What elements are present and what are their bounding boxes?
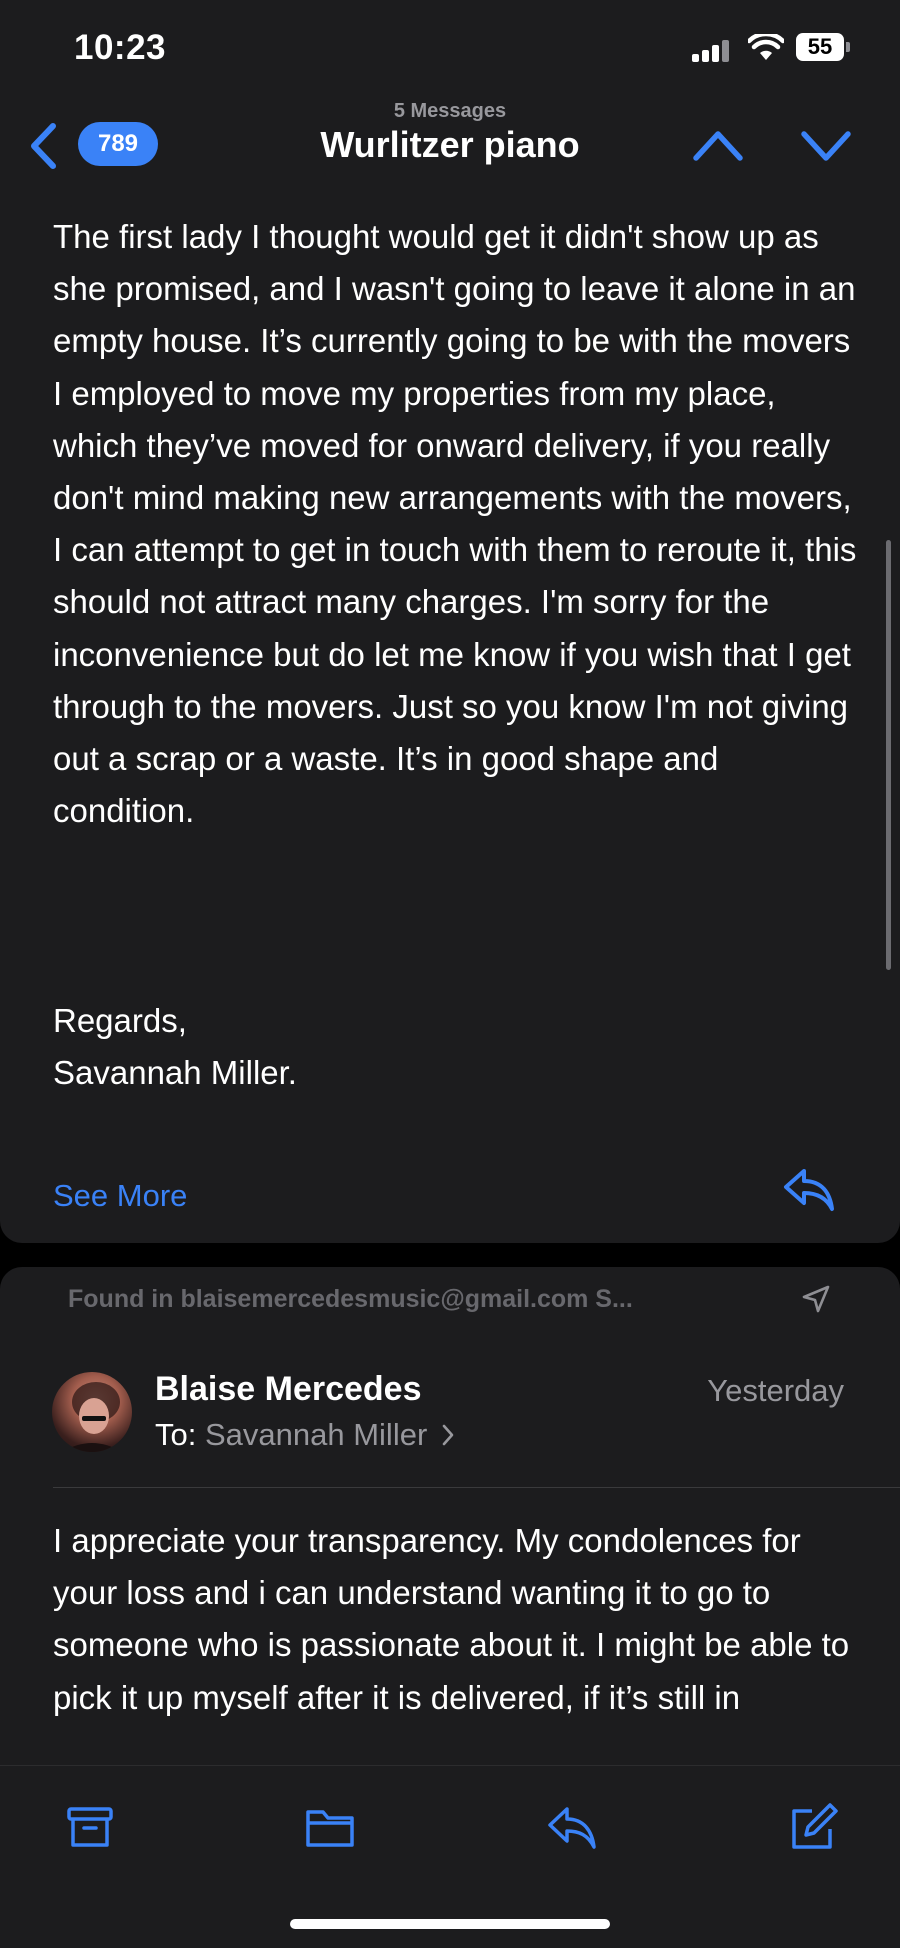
found-in-banner[interactable]: Found in blaisemercedesmusic@gmail.com S…	[0, 1267, 900, 1335]
message-count: 5 Messages	[393, 100, 507, 122]
scrollbar[interactable]	[886, 540, 891, 970]
chevron-left-icon[interactable]	[26, 122, 60, 170]
home-indicator[interactable]	[290, 1919, 610, 1929]
found-in-text: Found in blaisemercedesmusic@gmail.com S…	[68, 1285, 633, 1313]
recipient-name: Savannah Miller	[204, 1417, 428, 1452]
status-bar: 10:23 55	[0, 0, 900, 100]
status-time: 10:23	[74, 28, 167, 67]
bottom-toolbar	[0, 1765, 900, 1948]
compose-icon[interactable]	[786, 1801, 838, 1853]
back-mailbox-count[interactable]: 789	[78, 122, 158, 166]
message-body: The first lady I thought would get it di…	[53, 218, 866, 830]
reply-icon[interactable]	[546, 1801, 598, 1853]
avatar[interactable]	[52, 1372, 132, 1452]
regards-text: Regards,	[53, 1002, 187, 1039]
message-card: The first lady I thought would get it di…	[0, 193, 900, 1243]
wifi-icon	[748, 34, 784, 60]
recipient-line[interactable]: To: Savannah Miller	[155, 1417, 456, 1453]
to-label: To:	[155, 1417, 197, 1452]
archive-icon[interactable]	[64, 1801, 116, 1853]
message-signoff: Regards, Savannah Miller.	[53, 995, 297, 1099]
chevron-down-icon[interactable]	[800, 122, 852, 168]
battery-icon: 55	[796, 33, 844, 61]
nav-bar: 5 Messages Wurlitzer piano 789	[0, 100, 900, 193]
message-body: I appreciate your transparency. My condo…	[53, 1522, 859, 1716]
message-card: Blaise Mercedes Yesterday To: Savannah M…	[0, 1335, 900, 1765]
message-date: Yesterday	[707, 1373, 844, 1408]
chevron-up-icon[interactable]	[692, 122, 744, 168]
sender-name: Blaise Mercedes	[155, 1370, 422, 1408]
signature-text: Savannah Miller.	[53, 1054, 297, 1091]
battery-tip	[846, 42, 850, 52]
folder-icon[interactable]	[304, 1801, 356, 1853]
see-more-link[interactable]: See More	[53, 1178, 187, 1214]
location-arrow-icon[interactable]	[800, 1283, 832, 1315]
reply-icon[interactable]	[782, 1165, 836, 1213]
header-divider	[53, 1487, 900, 1488]
cellular-signal-icon	[692, 38, 734, 62]
chevron-right-icon	[442, 1424, 454, 1446]
